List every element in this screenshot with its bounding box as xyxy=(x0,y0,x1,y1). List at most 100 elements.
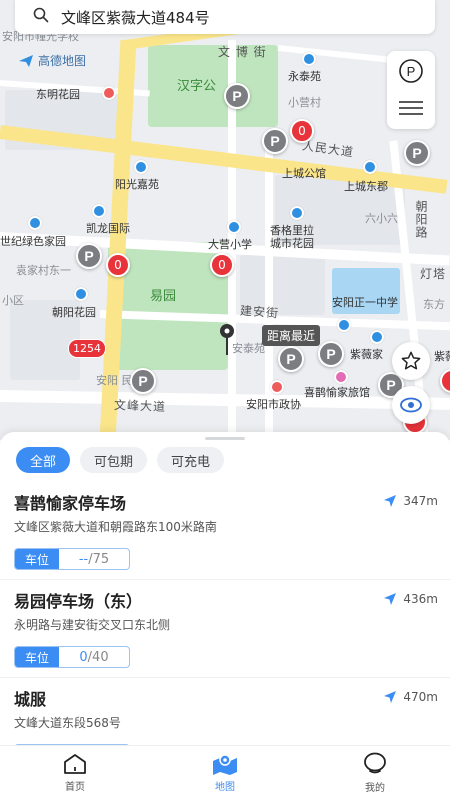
parking-list-sheet[interactable]: 全部 可包期 可充电 喜鹊愉家停车场 347m 文峰区紫薇大道和朝霞路东100米… xyxy=(0,432,450,750)
search-icon xyxy=(33,7,49,27)
star-icon xyxy=(401,351,421,370)
tab-profile[interactable]: 我的 xyxy=(300,746,450,800)
route-number-badge: 1254 xyxy=(68,339,106,358)
svg-text:P: P xyxy=(407,64,416,79)
tab-home[interactable]: 首页 xyxy=(0,746,150,800)
filter-chips: 全部 可包期 可充电 xyxy=(16,447,234,473)
parking-marker[interactable]: P xyxy=(130,368,156,394)
favorite-button[interactable] xyxy=(392,342,430,380)
parking-marker[interactable]: P xyxy=(404,140,430,166)
poi-icon xyxy=(337,318,351,332)
poi-icon xyxy=(28,216,42,230)
map-label: 永泰苑 xyxy=(288,70,321,83)
navigation-arrow-icon xyxy=(384,691,397,703)
map-label: 世纪绿色家园 xyxy=(0,235,66,248)
home-icon xyxy=(64,754,86,774)
search-text: 文峰区紫薇大道484号 xyxy=(61,8,210,27)
location-pin-icon xyxy=(219,323,235,361)
parking-icon: P xyxy=(399,59,423,83)
parking-marker[interactable]: P xyxy=(278,346,304,372)
poi-icon xyxy=(302,52,316,66)
parking-address: 文峰大道东段568号 xyxy=(14,716,121,730)
map-label: 小营村 xyxy=(288,96,321,109)
sheet-drag-handle[interactable] xyxy=(205,437,245,440)
filter-chip-monthly[interactable]: 可包期 xyxy=(80,447,148,473)
map-label: 安阳正一中学 xyxy=(332,296,398,309)
poi-icon xyxy=(363,160,377,174)
map-label: 大营小学 xyxy=(208,238,252,251)
parking-address: 文峰区紫薇大道和朝霞路东100米路南 xyxy=(14,520,217,534)
map-controls: P xyxy=(387,51,435,129)
map-label: 安泰苑 xyxy=(232,342,265,355)
amap-logo: 高德地图 xyxy=(18,52,86,69)
parking-slots: 车位 --/75 xyxy=(14,548,130,570)
map-label: 人民大道 xyxy=(301,138,355,160)
view-toggle-button[interactable] xyxy=(392,386,430,424)
poi-icon xyxy=(92,204,106,218)
map-label: 紫薇家 xyxy=(350,348,383,361)
nearest-tag: 距离最近 xyxy=(262,325,321,346)
map-label: 灯塔 xyxy=(420,267,447,281)
filter-chip-all[interactable]: 全部 xyxy=(16,447,71,473)
poi-icon xyxy=(74,287,88,301)
map-label: 东方 xyxy=(423,298,445,311)
map-label: 易园 xyxy=(150,289,177,304)
parking-address: 永明路与建安街交叉口东北侧 xyxy=(14,618,171,632)
map-label: 阳光嘉苑 xyxy=(115,178,159,191)
parking-empty-badge[interactable]: 0 xyxy=(290,119,314,143)
poi-icon xyxy=(370,330,384,344)
map-label: 六小六 xyxy=(365,212,398,225)
parking-marker[interactable]: P xyxy=(76,243,102,269)
bottom-tab-bar: 首页 地图 我的 xyxy=(0,745,450,800)
parking-slots: 车位 0/40 xyxy=(14,646,130,668)
map-label: 上城东郡 xyxy=(344,180,388,193)
navigation-arrow-icon xyxy=(384,495,397,507)
parking-name: 喜鹊愉家停车场 xyxy=(14,494,127,513)
map-label: 上城公馆 xyxy=(282,167,326,180)
poi-icon xyxy=(290,206,304,220)
map-label: 安阳市政协 xyxy=(246,398,301,411)
tab-map[interactable]: 地图 xyxy=(150,746,300,800)
map-label: 文 博 街 xyxy=(218,45,267,59)
poi-icon xyxy=(227,220,241,234)
chat-bubble-icon xyxy=(364,752,386,774)
parking-distance: 436m xyxy=(383,592,438,606)
map-label: 紫薇 xyxy=(434,350,450,363)
road xyxy=(265,140,273,440)
parking-marker[interactable]: P xyxy=(262,128,288,154)
parking-list-item[interactable]: 城服 470m 文峰大道东段568号 车位 xyxy=(0,678,450,750)
map-label: 小区 xyxy=(2,294,24,307)
parking-name: 城服 xyxy=(14,690,47,709)
map-label: 城市花园 xyxy=(270,237,314,250)
poi-icon xyxy=(102,86,116,100)
road xyxy=(277,45,398,64)
map-label: 袁家村东一 xyxy=(16,264,71,277)
map-label: 喜鹊愉家旅馆 xyxy=(304,386,370,399)
parking-empty-badge[interactable]: 0 xyxy=(106,253,130,277)
parking-marker[interactable]: P xyxy=(318,341,344,367)
layers-icon xyxy=(399,101,423,115)
parking-layer-button[interactable]: P xyxy=(398,58,424,88)
search-bar[interactable]: 文峰区紫薇大道484号 xyxy=(15,0,435,34)
map-label: 香格里拉 xyxy=(270,224,314,237)
poi-icon xyxy=(270,380,284,394)
parking-distance: 470m xyxy=(383,690,438,704)
map-label: 汉字公 xyxy=(177,79,217,94)
eye-icon xyxy=(400,397,422,413)
layer-toggle-button[interactable] xyxy=(397,99,425,121)
parking-empty-badge[interactable] xyxy=(440,369,450,393)
filter-chip-charging[interactable]: 可充电 xyxy=(157,447,225,473)
parking-name: 易园停车场（东） xyxy=(14,592,143,611)
parking-list-item[interactable]: 易园停车场（东） 436m 永明路与建安街交叉口东北侧 车位 0/40 xyxy=(0,580,450,678)
parking-list-item[interactable]: 喜鹊愉家停车场 347m 文峰区紫薇大道和朝霞路东100米路南 车位 --/75 xyxy=(0,482,450,580)
map-label: 东明花园 xyxy=(36,88,80,101)
parking-marker[interactable]: P xyxy=(224,83,250,109)
poi-icon xyxy=(134,160,148,174)
map-label: 凯龙国际 xyxy=(86,222,130,235)
map-label: 朝阳路 xyxy=(414,200,428,239)
parking-empty-badge[interactable]: 0 xyxy=(210,253,234,277)
map-label: 建安街 xyxy=(239,303,280,321)
map-label: 朝阳花园 xyxy=(52,306,96,319)
parking-distance: 347m xyxy=(383,494,438,508)
map-view[interactable]: 安阳市幢光学校 文 博 街 汉字公 永泰苑 东明花园 小营村 人民大道 上城公馆… xyxy=(0,0,450,440)
